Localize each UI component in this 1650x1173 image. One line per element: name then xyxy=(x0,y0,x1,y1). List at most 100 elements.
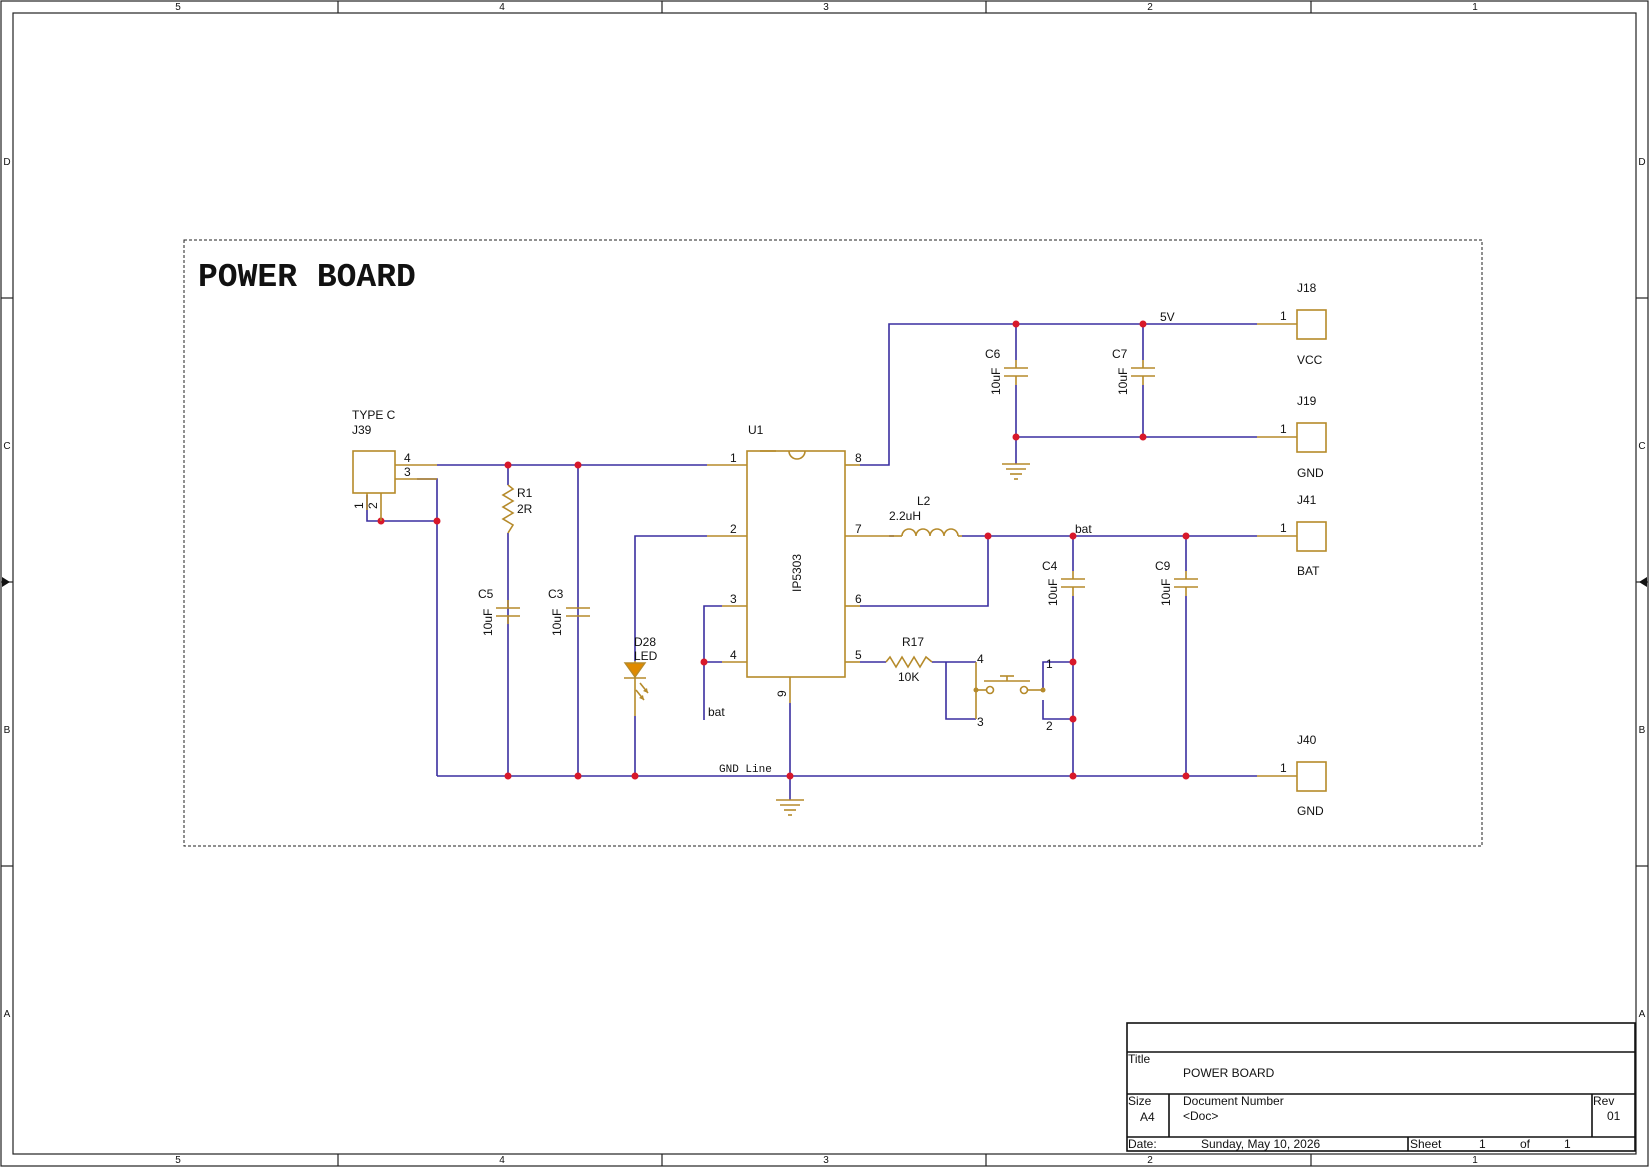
j41-ref: J41 xyxy=(1297,493,1317,507)
net-label-bat-top: bat xyxy=(1075,522,1092,536)
j40-pin: 1 xyxy=(1280,761,1287,775)
junction-dots xyxy=(377,320,1190,780)
sheet-value: 1 xyxy=(1479,1137,1486,1151)
usb-pin-2: 2 xyxy=(366,502,380,509)
c5-ref: C5 xyxy=(478,587,494,601)
capacitor-c6: C6 10uF xyxy=(985,347,1028,395)
sheet-label: Sheet xyxy=(1410,1137,1442,1151)
title-label: Title xyxy=(1128,1052,1151,1066)
c7-value: 10uF xyxy=(1116,368,1130,395)
rev-label: Rev xyxy=(1593,1094,1614,1108)
switch-pin-4: 4 xyxy=(977,652,984,666)
zone-col-top-1: 1 xyxy=(1472,2,1478,13)
switch-pin-3: 3 xyxy=(977,715,984,729)
u1-pin-8: 8 xyxy=(855,451,862,465)
zone-labels: 5 4 3 2 1 5 4 3 2 1 D C B A D C B A xyxy=(3,2,1645,1166)
led-ref: D28 xyxy=(634,635,656,649)
zone-col-bottom-3: 3 xyxy=(823,1155,829,1166)
j41-pin: 1 xyxy=(1280,521,1287,535)
sheet-total: 1 xyxy=(1564,1137,1571,1151)
j41-label: BAT xyxy=(1297,564,1320,578)
u1-pin-1: 1 xyxy=(730,451,737,465)
schematic-canvas: 5 4 3 2 1 5 4 3 2 1 D C B A D C B A POWE… xyxy=(0,0,1649,1167)
c6-ref: C6 xyxy=(985,347,1001,361)
usb-pin-3: 3 xyxy=(404,465,411,479)
j40-ref: J40 xyxy=(1297,733,1317,747)
doc-number-label: Document Number xyxy=(1183,1094,1284,1108)
zone-col-top-3: 3 xyxy=(823,2,829,13)
u1-pin-5: 5 xyxy=(855,648,862,662)
l2-ref: L2 xyxy=(917,494,931,508)
zone-col-top-4: 4 xyxy=(499,2,505,13)
zone-row-right-C: C xyxy=(1638,441,1645,452)
zone-row-left-A: A xyxy=(4,1009,11,1020)
c9-ref: C9 xyxy=(1155,559,1171,573)
zone-row-left-B: B xyxy=(4,725,11,736)
led-value: LED xyxy=(634,649,658,663)
net-label-5v: 5V xyxy=(1160,310,1175,324)
schematic-sheet: 5 4 3 2 1 5 4 3 2 1 D C B A D C B A POWE… xyxy=(0,0,1650,1168)
connector-j18: J18 1 VCC xyxy=(1257,281,1327,367)
doc-number-value: <Doc> xyxy=(1183,1109,1218,1123)
connector-j19: J19 1 GND xyxy=(1257,394,1327,480)
r1-ref: R1 xyxy=(517,486,533,500)
size-value: A4 xyxy=(1140,1110,1155,1124)
u1-pin-4: 4 xyxy=(730,648,737,662)
zone-col-bottom-4: 4 xyxy=(499,1155,505,1166)
u1-ref: U1 xyxy=(748,423,764,437)
capacitor-c3: C3 10uF xyxy=(548,587,590,636)
u1-pin-9: 9 xyxy=(775,690,789,697)
j18-ref: J18 xyxy=(1297,281,1317,295)
usb-pin-1: 1 xyxy=(352,502,366,509)
zone-row-right-B: B xyxy=(1639,725,1646,736)
ground-symbol-bottom xyxy=(776,799,804,816)
zone-col-bottom-2: 2 xyxy=(1147,1155,1153,1166)
led-d28: D28 LED xyxy=(623,635,658,716)
connector-j41: J41 1 BAT xyxy=(1257,493,1327,578)
usb-type-c-connector: TYPE C J39 4 3 1 2 xyxy=(352,408,437,521)
zone-col-top-5: 5 xyxy=(175,2,181,13)
resistor-r1: R1 2R xyxy=(501,484,533,534)
ground-symbol-top xyxy=(1002,463,1030,480)
c5-value: 10uF xyxy=(481,609,495,636)
c6-value: 10uF xyxy=(989,368,1003,395)
j40-label: GND xyxy=(1297,804,1324,818)
zone-col-bottom-5: 5 xyxy=(175,1155,181,1166)
u1-part: IP5303 xyxy=(790,554,804,592)
title-block: Title POWER BOARD Size A4 Document Numbe… xyxy=(1126,1022,1636,1152)
schematic-heading: POWER BOARD xyxy=(198,259,416,296)
zone-row-left-C: C xyxy=(3,441,10,452)
sheet-frame xyxy=(0,0,1649,1167)
resistor-r17: R17 10K xyxy=(885,635,933,684)
j18-label: VCC xyxy=(1297,353,1323,367)
switch-pin-2: 2 xyxy=(1046,719,1053,733)
push-switch: 4 3 1 2 xyxy=(973,652,1053,733)
usb-type-label: TYPE C xyxy=(352,408,396,422)
title-value: POWER BOARD xyxy=(1183,1066,1275,1080)
u1-pin-2: 2 xyxy=(730,522,737,536)
r17-value: 10K xyxy=(898,670,919,684)
c3-value: 10uF xyxy=(550,609,564,636)
of-label: of xyxy=(1520,1137,1531,1151)
date-label: Date: xyxy=(1128,1137,1157,1151)
r1-value: 2R xyxy=(517,502,533,516)
usb-ref-label: J39 xyxy=(352,423,372,437)
j19-pin: 1 xyxy=(1280,422,1287,436)
net-label-gnd-line: GND Line xyxy=(719,764,772,776)
u1-pin-6: 6 xyxy=(855,592,862,606)
net-label-bat-left: bat xyxy=(708,705,725,719)
j19-label: GND xyxy=(1297,466,1324,480)
c3-ref: C3 xyxy=(548,587,564,601)
capacitor-c7: C7 10uF xyxy=(1112,347,1155,395)
zone-col-bottom-1: 1 xyxy=(1472,1155,1478,1166)
usb-pin-4: 4 xyxy=(404,451,411,465)
c4-value: 10uF xyxy=(1046,579,1060,606)
r17-ref: R17 xyxy=(902,635,924,649)
capacitor-c9: C9 10uF xyxy=(1155,559,1198,606)
capacitor-c4: C4 10uF xyxy=(1042,559,1085,606)
inductor-l2: L2 2.2uH xyxy=(889,494,962,537)
zone-row-left-D: D xyxy=(3,157,10,168)
c4-ref: C4 xyxy=(1042,559,1058,573)
size-label: Size xyxy=(1128,1094,1152,1108)
rev-value: 01 xyxy=(1607,1109,1621,1123)
